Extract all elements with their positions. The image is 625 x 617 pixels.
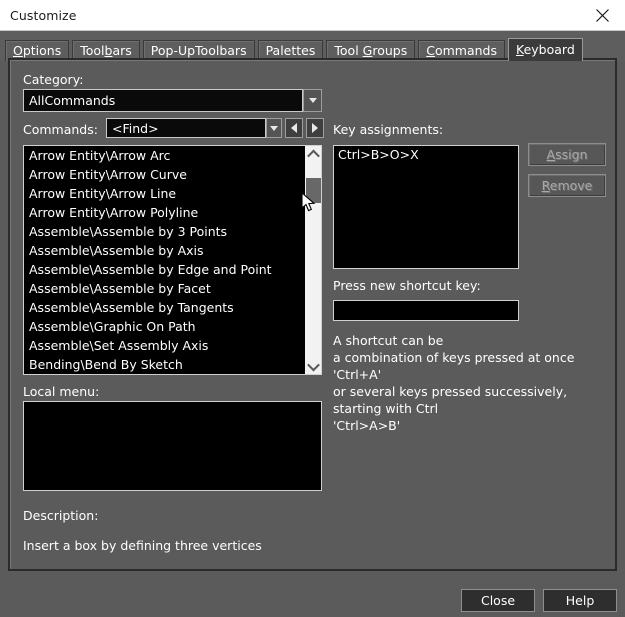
press-new-shortcut-label: Press new shortcut key: <box>333 278 481 293</box>
local-menu-listbox[interactable] <box>23 401 322 491</box>
list-item[interactable]: Bending\Bend By Sketch <box>24 355 304 374</box>
description-label: Description: <box>23 508 99 523</box>
help-line: a combination of keys pressed at once <box>333 350 575 365</box>
window-title: Customize <box>10 8 77 23</box>
commands-next-button[interactable] <box>306 118 324 138</box>
triangle-down-icon <box>270 125 278 131</box>
chevron-up-icon <box>306 149 320 162</box>
list-item[interactable]: Assemble\Assemble by Tangents <box>24 298 304 317</box>
commands-prev-button[interactable] <box>285 118 303 138</box>
commands-find-combobox[interactable]: <Find> <box>106 118 266 138</box>
list-item[interactable]: Assemble\Assemble by Axis <box>24 241 304 260</box>
scroll-down-button[interactable] <box>305 358 321 374</box>
category-combobox[interactable]: AllCommands <box>23 89 303 112</box>
chevron-down-icon <box>306 358 320 371</box>
list-item[interactable]: Assemble\Graphic On Path <box>24 317 304 336</box>
scrollbar-thumb[interactable] <box>306 178 321 203</box>
commands-find-value: <Find> <box>112 120 159 136</box>
help-line: A shortcut can be <box>333 333 444 348</box>
help-button-label: Help <box>565 593 595 608</box>
shortcut-help-text: A shortcut can be a combination of keys p… <box>333 332 574 434</box>
list-item[interactable]: Arrow Entity\Arrow Polyline <box>24 203 304 222</box>
assign-button-label: Assign <box>546 147 588 162</box>
remove-button[interactable]: Remove <box>528 174 606 197</box>
list-item[interactable]: Assemble\Assemble by Facet <box>24 279 304 298</box>
key-assignments-label: Key assignments: <box>333 122 444 137</box>
help-line: 'Ctrl>A>B' <box>333 418 401 433</box>
assign-button[interactable]: Assign <box>528 143 606 166</box>
category-dropdown-button[interactable] <box>303 89 322 112</box>
help-line: 'Ctrl+A' <box>333 367 382 382</box>
close-icon <box>595 8 609 22</box>
close-button[interactable] <box>579 0 625 30</box>
help-line: starting with Ctrl <box>333 401 439 416</box>
key-assignments-list[interactable]: Ctrl>B>O>X <box>334 146 518 164</box>
key-assignments-listbox[interactable]: Ctrl>B>O>X <box>333 145 519 269</box>
list-item[interactable]: Assemble\Assemble by Edge and Point <box>24 260 304 279</box>
commands-label: Commands: <box>23 122 98 137</box>
keyboard-tab-panel: Category: AllCommands Commands: <Find> A… <box>8 58 617 571</box>
list-item[interactable]: Assemble\Set Assembly Axis <box>24 336 304 355</box>
triangle-left-icon <box>291 123 297 133</box>
title-bar: Customize <box>0 0 625 31</box>
list-item[interactable]: Arrow Entity\Arrow Line <box>24 184 304 203</box>
local-menu-label: Local menu: <box>23 384 100 399</box>
help-line: or several keys pressed successively, <box>333 384 568 399</box>
description-text: Insert a box by defining three vertices <box>23 538 262 553</box>
list-item[interactable]: Arrow Entity\Arrow Curve <box>24 165 304 184</box>
command-list[interactable]: Arrow Entity\Arrow Arc Arrow Entity\Arrow… <box>24 146 304 374</box>
close-button-label: Close <box>480 593 516 608</box>
tab-strip: Options Toolbars Pop-UpToolbars Palettes Too… <box>0 31 625 61</box>
triangle-down-icon <box>308 98 317 103</box>
list-item[interactable]: Assemble\Assemble by 3 Points <box>24 222 304 241</box>
close-footer-button[interactable]: Close <box>461 589 535 612</box>
commands-dropdown-button[interactable] <box>266 118 282 138</box>
tab-keyboard[interactable]: Keyboard <box>508 38 583 61</box>
list-item[interactable]: Arrow Entity\Arrow Arc <box>24 146 304 165</box>
category-value: AllCommands <box>29 93 116 108</box>
remove-button-label: Remove <box>541 178 593 193</box>
triangle-right-icon <box>312 123 318 133</box>
shortcut-key-input[interactable] <box>333 300 519 321</box>
command-listbox[interactable]: Arrow Entity\Arrow Arc Arrow Entity\Arrow… <box>23 145 322 375</box>
help-button[interactable]: Help <box>543 589 617 612</box>
scroll-up-button[interactable] <box>305 146 321 162</box>
key-assignment-item[interactable]: Ctrl>B>O>X <box>334 146 518 164</box>
command-list-scrollbar[interactable] <box>304 146 321 374</box>
category-label: Category: <box>23 72 84 87</box>
